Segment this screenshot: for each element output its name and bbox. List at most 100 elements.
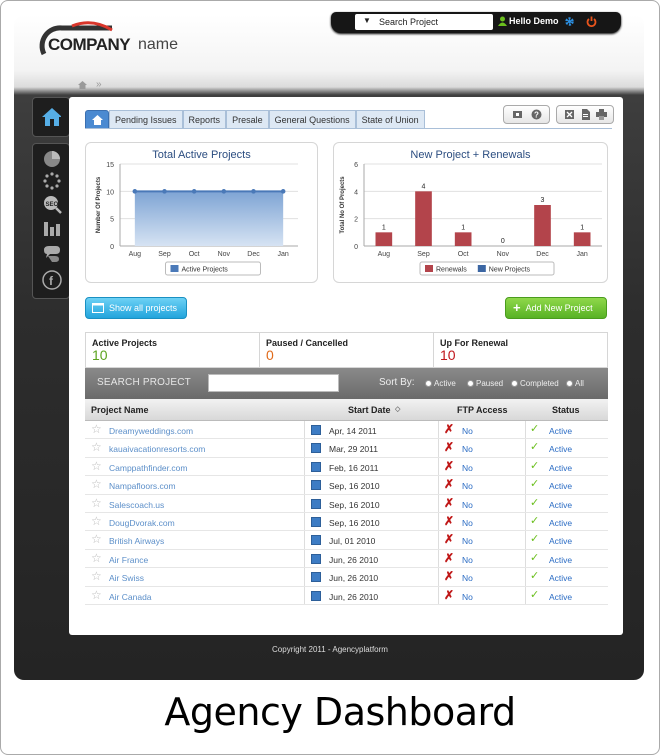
status-link[interactable]: Active [549,463,572,473]
print-icon[interactable] [596,109,607,120]
table-row[interactable]: ☆ Salescoach.us Sep, 16 2010 ✗ No ✓ Active [85,495,608,513]
excel-export-icon[interactable] [564,109,575,120]
project-name-link[interactable]: Dreamyweddings.com [109,426,193,436]
search-project-input[interactable] [208,374,339,392]
ftp-access-link[interactable]: No [462,463,473,473]
sort-icon[interactable]: ◇ [395,405,400,413]
project-name-link[interactable]: DougDvorak.com [109,518,175,528]
bookmark-icon[interactable] [512,109,523,120]
sort-radio-active[interactable]: Active [425,379,456,388]
project-name-link[interactable]: Air France [109,555,148,565]
active-check-icon: ✓ [530,514,540,527]
no-access-icon: ✗ [444,513,455,528]
project-name-link[interactable]: Air Swiss [109,573,144,583]
table-row[interactable]: ☆ British Airways Jul, 01 2010 ✗ No ✓ Active [85,531,608,550]
ftp-access-link[interactable]: No [462,500,473,510]
no-access-icon: ✗ [444,458,455,473]
tab-reports[interactable]: Reports [182,110,227,128]
sort-radio-all[interactable]: All [566,379,584,388]
data-label: 1 [382,224,386,231]
pie-chart-icon[interactable] [42,149,62,169]
status-link[interactable]: Active [549,573,572,583]
ftp-access-link[interactable]: No [462,592,473,602]
pdf-export-icon[interactable] [580,109,591,120]
col-status[interactable]: Status [552,405,580,415]
favorite-star-icon[interactable]: ☆ [91,552,102,564]
table-row[interactable]: ☆ Air France Jun, 26 2010 ✗ No ✓ Active [85,550,608,569]
settings-gear-icon[interactable] [564,16,575,27]
data-point [280,189,286,194]
data-point [191,189,197,194]
chat-bubble-icon[interactable] [42,244,62,264]
table-row[interactable]: ☆ DougDvorak.com Sep, 16 2010 ✗ No ✓ Active [85,513,608,532]
tab-home[interactable] [85,110,109,128]
help-icon[interactable]: ? [531,109,542,120]
ftp-access-link[interactable]: No [462,444,473,454]
search-dropdown-icon[interactable]: ▼ [363,16,371,25]
ftp-access-link[interactable]: No [462,555,473,565]
status-link[interactable]: Active [549,444,572,454]
status-link[interactable]: Active [549,426,572,436]
table-row[interactable]: ☆ Air Canada Jun, 26 2010 ✗ No ✓ Active [85,587,608,605]
x-tick-label: Oct [189,251,200,258]
no-access-icon: ✗ [444,422,455,436]
tab-state-of-union[interactable]: State of Union [355,110,425,128]
x-tick-label: Aug [378,251,391,258]
status-link[interactable]: Active [549,500,572,510]
table-row[interactable]: ☆ kauaivacationresorts.com Mar, 29 2011 ✗ No… [85,439,608,458]
project-name-link[interactable]: British Airways [109,536,164,546]
bar-chart-icon[interactable] [42,218,62,238]
tab-general-questions[interactable]: General Questions [268,110,356,128]
y-tick-label: 0 [354,244,358,251]
favorite-star-icon[interactable]: ☆ [91,497,102,509]
tab-pending-issues[interactable]: Pending Issues [109,110,183,128]
home-icon[interactable] [41,106,61,126]
breadcrumb-home-icon[interactable] [78,81,87,89]
col-ftp-access[interactable]: FTP Access [457,405,508,415]
favorite-star-icon[interactable]: ☆ [91,570,102,582]
facebook-icon[interactable]: f [42,270,62,290]
favorite-star-icon[interactable]: ☆ [91,478,102,490]
project-name-link[interactable]: Nampafloors.com [109,481,176,491]
table-row[interactable]: ☆ Nampafloors.com Sep, 16 2010 ✗ No ✓ Active [85,476,608,495]
active-check-icon: ✓ [530,551,540,564]
show-all-projects-button[interactable]: Show all projects [85,297,187,319]
tab-presale[interactable]: Presale [226,110,269,128]
project-name-link[interactable]: Air Canada [109,592,152,602]
favorite-star-icon[interactable]: ☆ [91,515,102,527]
table-row[interactable]: ☆ Dreamyweddings.com Apr, 14 2011 ✗ No ✓ Activ… [85,421,608,440]
table-row[interactable]: ☆ Camppathfinder.com Feb, 16 2011 ✗ No ✓ Activ… [85,458,608,477]
favorite-star-icon[interactable]: ☆ [91,533,102,545]
status-link[interactable]: Active [549,592,572,602]
user-icon [498,16,507,26]
new-projects-renewals-chart: New Project + Renewals 0 2 4 6 Total No Of P… [333,142,608,283]
status-link[interactable]: Active [549,555,572,565]
favorite-star-icon[interactable]: ☆ [91,423,102,435]
sidebar-home-tile[interactable] [32,97,70,137]
project-name-link[interactable]: Salescoach.us [109,500,164,510]
status-link[interactable]: Active [549,481,572,491]
seo-icon[interactable]: SEO [42,194,62,214]
y-tick-label: 6 [354,162,358,169]
power-icon[interactable] [586,16,597,27]
favorite-star-icon[interactable]: ☆ [91,441,102,453]
ftp-access-link[interactable]: No [462,536,473,546]
status-link[interactable]: Active [549,536,572,546]
ftp-access-link[interactable]: No [462,573,473,583]
favorite-star-icon[interactable]: ☆ [91,460,102,472]
loading-icon[interactable] [42,171,62,191]
sort-radio-paused[interactable]: Paused [467,379,503,388]
status-link[interactable]: Active [549,518,572,528]
add-new-project-button[interactable]: + Add New Project [505,297,607,319]
ftp-access-link[interactable]: No [462,481,473,491]
col-start-date[interactable]: Start Date [348,405,391,415]
table-row[interactable]: ☆ Air Swiss Jun, 26 2010 ✗ No ✓ Active [85,568,608,587]
sort-radio-completed[interactable]: Completed [511,379,559,388]
favorite-star-icon[interactable]: ☆ [91,589,102,601]
col-project-name[interactable]: Project Name [91,405,149,415]
project-search-box[interactable]: ▼ Search Project [355,14,493,30]
project-name-link[interactable]: Camppathfinder.com [109,463,187,473]
ftp-access-link[interactable]: No [462,518,473,528]
project-name-link[interactable]: kauaivacationresorts.com [109,444,205,454]
ftp-access-link[interactable]: No [462,426,473,436]
